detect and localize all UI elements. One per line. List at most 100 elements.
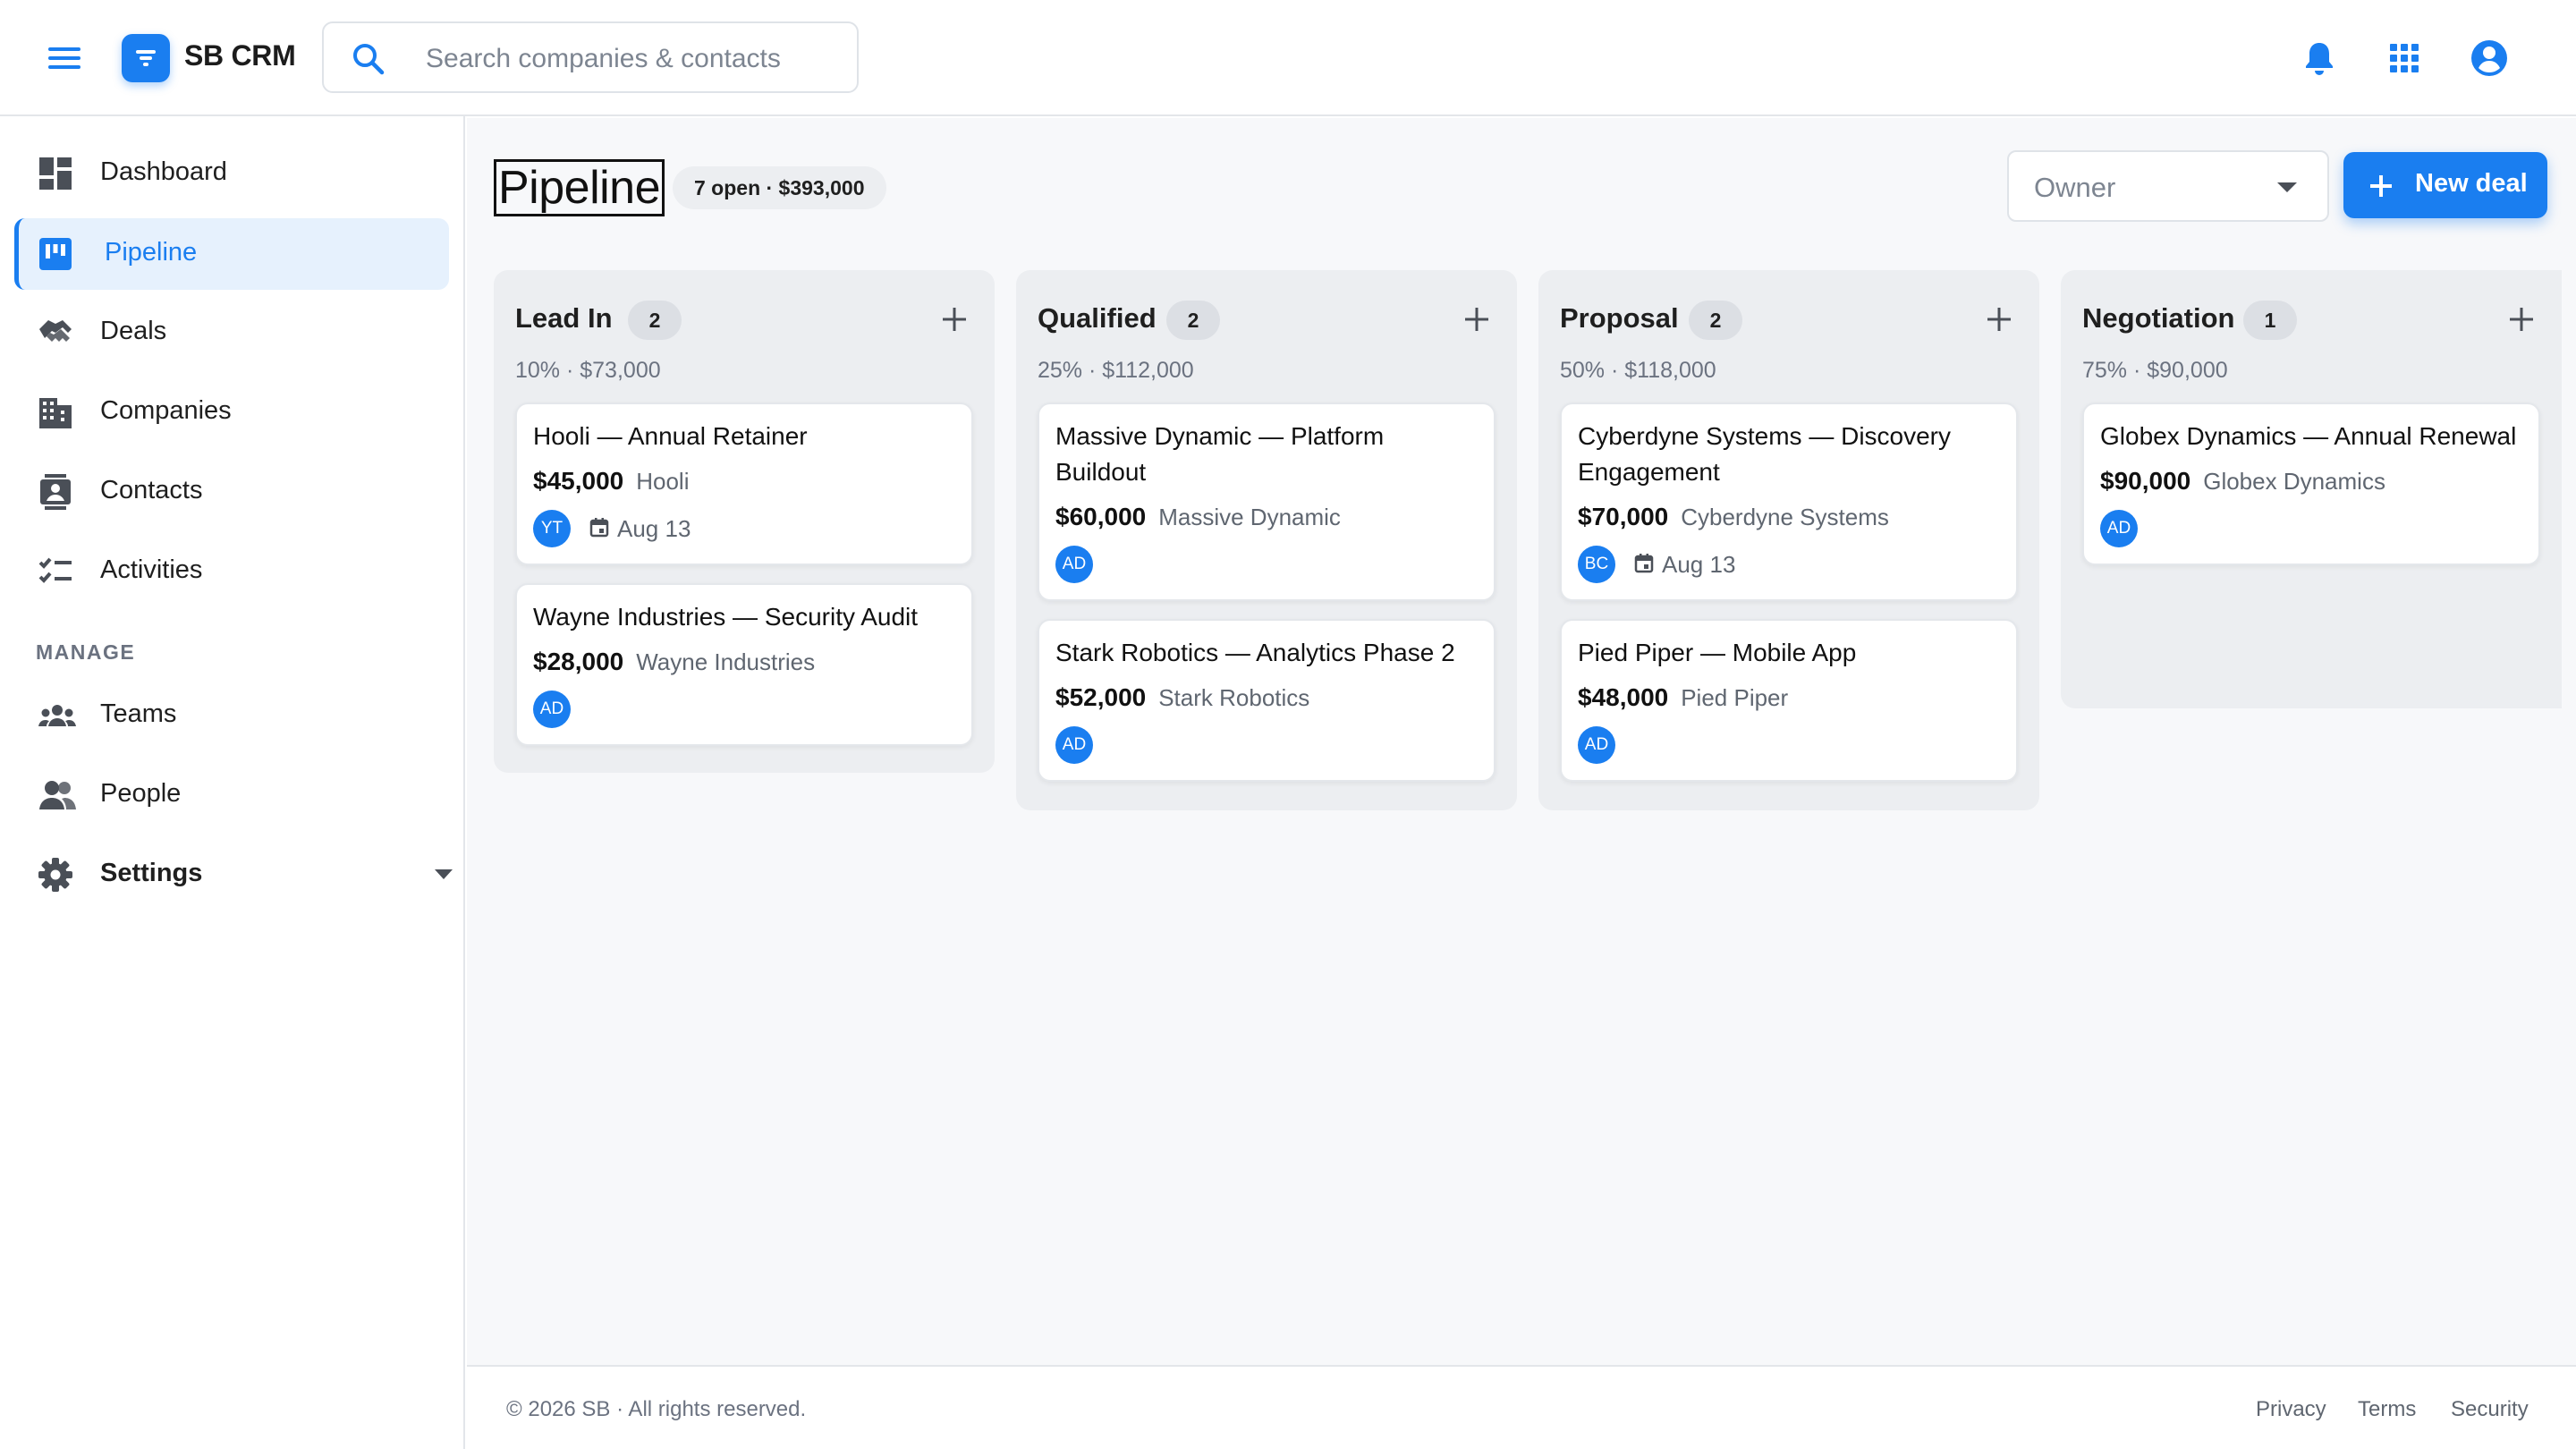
column-title: Lead In [515, 302, 613, 334]
deal-footer: AD [1055, 544, 1478, 583]
column-title: Qualified [1038, 302, 1157, 334]
deal-value: $45,000 [533, 467, 624, 495]
handshake-icon [38, 315, 73, 351]
dashboard-icon [38, 156, 73, 191]
owner-filter-select[interactable]: Owner [2007, 150, 2329, 222]
deal-value-row: $90,000 Globex Dynamics [2100, 463, 2522, 499]
deal-value-row: $60,000 Massive Dynamic [1055, 499, 1478, 535]
bell-icon[interactable] [2299, 38, 2340, 79]
avatar[interactable]: AD [1055, 726, 1093, 764]
group-icon [38, 698, 76, 733]
checklist-icon [38, 554, 73, 589]
deal-card[interactable]: Globex Dynamics — Annual Renewal $90,000… [2082, 402, 2540, 565]
building-icon [38, 394, 73, 430]
deal-card[interactable]: Stark Robotics — Analytics Phase 2 $52,0… [1038, 619, 1496, 782]
deal-company: Pied Piper [1681, 684, 1789, 711]
deal-value: $70,000 [1578, 503, 1669, 530]
deal-company: Cyberdyne Systems [1681, 504, 1889, 530]
card-list: Cyberdyne Systems — Discovery Engagement… [1560, 402, 2018, 800]
pipeline-column-qualified: Qualified 2 25% · $112,000 Massive Dynam… [1016, 270, 1517, 810]
deal-title: Pied Piper — Mobile App [1578, 639, 1857, 666]
brand-logo-icon [122, 34, 170, 82]
deal-footer: AD [2100, 508, 2522, 547]
deal-value: $52,000 [1055, 683, 1147, 711]
terms-link[interactable]: Terms [2358, 1397, 2416, 1422]
pipeline-column-lead-in: Lead In 2 10% · $73,000 Hooli — Annual R… [494, 270, 995, 773]
avatar[interactable]: AD [533, 691, 571, 728]
search-input[interactable] [426, 39, 837, 79]
deal-card[interactable]: Massive Dynamic — Platform Buildout $60,… [1038, 402, 1496, 601]
column-title: Proposal [1560, 302, 1679, 334]
deal-title: Massive Dynamic — Platform Buildout [1055, 422, 1385, 486]
add-deal-icon[interactable] [2508, 306, 2535, 333]
sidebar-item-dashboard[interactable]: Dashboard [14, 138, 449, 209]
pipeline-column-proposal: Proposal 2 50% · $118,000 Cyberdyne Syst… [1538, 270, 2039, 810]
add-deal-icon[interactable] [1463, 306, 1490, 333]
deal-footer: BC Aug 13 [1578, 544, 2000, 583]
sidebar-item-label: Companies [100, 396, 232, 425]
deal-title: Hooli — Annual Retainer [533, 422, 808, 450]
security-link[interactable]: Security [2451, 1397, 2529, 1422]
due-date-text: Aug 13 [1662, 551, 1736, 578]
sidebar-item-label: Activities [100, 555, 203, 584]
sidebar-item-companies[interactable]: Companies [14, 377, 449, 448]
privacy-link[interactable]: Privacy [2256, 1397, 2326, 1422]
sidebar: Dashboard Pipeline Deals Companies Conta… [0, 116, 465, 1449]
sidebar-item-label: Deals [100, 317, 167, 345]
deal-footer: YT Aug 13 [533, 508, 955, 547]
sidebar-item-contacts[interactable]: Contacts [14, 456, 449, 528]
add-deal-icon[interactable] [1986, 306, 2012, 333]
new-deal-label: New deal [2415, 169, 2528, 198]
column-probability-total: 10% · $73,000 [515, 358, 661, 383]
chevron-down-icon [2277, 182, 2297, 193]
deal-title: Globex Dynamics — Annual Renewal [2100, 422, 2517, 450]
add-deal-icon[interactable] [941, 306, 968, 333]
sidebar-item-settings[interactable]: Settings [14, 839, 453, 911]
card-list: Hooli — Annual Retainer $45,000 Hooli YT … [515, 402, 973, 764]
sidebar-item-teams[interactable]: Teams [14, 680, 449, 751]
brand-name: SB CRM [184, 39, 296, 72]
plus-icon [2368, 174, 2394, 199]
deal-card[interactable]: Wayne Industries — Security Audit $28,00… [515, 583, 973, 746]
deal-company: Hooli [636, 468, 690, 495]
pipeline-column-negotiation: Negotiation 1 75% · $90,000 Globex Dynam… [2061, 270, 2562, 708]
apps-grid-icon[interactable] [2384, 38, 2425, 79]
avatar[interactable]: AD [1055, 546, 1093, 583]
top-bar: SB CRM [0, 0, 2576, 116]
deal-value-row: $48,000 Pied Piper [1578, 680, 2000, 716]
pipeline-board: Lead In 2 10% · $73,000 Hooli — Annual R… [494, 270, 2569, 950]
deal-company: Massive Dynamic [1158, 504, 1341, 530]
sidebar-item-deals[interactable]: Deals [14, 297, 449, 369]
deal-value: $90,000 [2100, 467, 2191, 495]
deal-value: $48,000 [1578, 683, 1669, 711]
sidebar-item-activities[interactable]: Activities [14, 536, 449, 607]
gear-icon [38, 857, 73, 893]
deal-card[interactable]: Pied Piper — Mobile App $48,000 Pied Pipe… [1560, 619, 2018, 782]
calendar-icon [589, 517, 610, 538]
new-deal-button[interactable]: New deal [2343, 152, 2547, 218]
people-icon [38, 777, 76, 813]
avatar[interactable]: AD [2100, 510, 2138, 547]
avatar[interactable]: YT [533, 510, 571, 547]
sidebar-item-label: People [100, 779, 182, 808]
sidebar-item-people[interactable]: People [14, 759, 449, 831]
card-list: Massive Dynamic — Platform Buildout $60,… [1038, 402, 1496, 800]
main-content: Pipeline 7 open · $393,000 Owner New dea… [467, 118, 2576, 1365]
menu-icon[interactable] [45, 40, 84, 76]
due-date-text: Aug 13 [617, 515, 691, 542]
deal-card[interactable]: Hooli — Annual Retainer $45,000 Hooli YT … [515, 402, 973, 565]
deal-title: Stark Robotics — Analytics Phase 2 [1055, 639, 1455, 666]
deal-footer: AD [533, 689, 955, 728]
chevron-down-icon[interactable] [435, 869, 453, 880]
account-circle-icon[interactable] [2469, 38, 2510, 79]
sidebar-item-pipeline[interactable]: Pipeline [14, 218, 449, 290]
deal-value-row: $45,000 Hooli [533, 463, 955, 499]
deal-value: $60,000 [1055, 503, 1147, 530]
avatar[interactable]: AD [1578, 726, 1615, 764]
copyright-text: © 2026 SB · All rights reserved. [506, 1397, 807, 1421]
search-box[interactable] [322, 21, 859, 93]
sidebar-item-label: Teams [100, 699, 177, 728]
contact-card-icon [38, 474, 73, 510]
avatar[interactable]: BC [1578, 546, 1615, 583]
deal-card[interactable]: Cyberdyne Systems — Discovery Engagement… [1560, 402, 2018, 601]
